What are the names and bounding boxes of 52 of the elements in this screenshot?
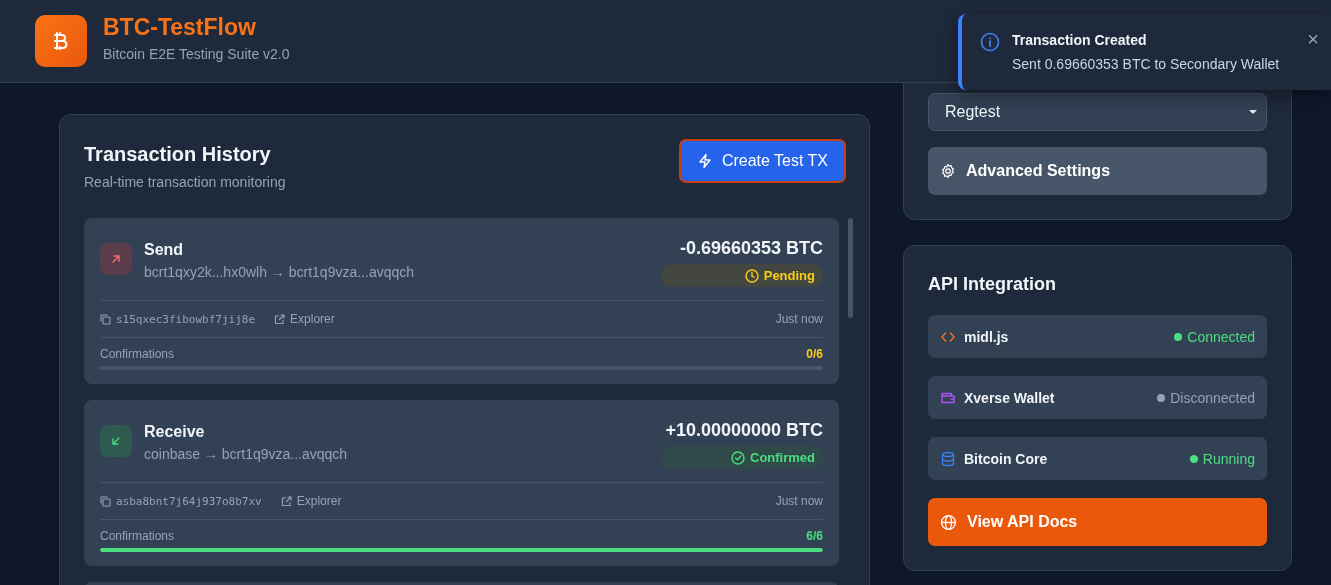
advanced-settings-button[interactable]: Advanced Settings <box>928 147 1267 195</box>
section-subtitle: Real-time transaction monitoring <box>84 174 286 190</box>
globe-icon <box>940 513 957 531</box>
network-select[interactable]: Regtest <box>928 93 1267 131</box>
confirmations-label: Confirmations <box>100 347 175 361</box>
arrow-down-left-icon <box>100 425 132 457</box>
settings-icon <box>940 163 956 179</box>
copy-icon[interactable] <box>100 495 111 507</box>
transaction-time: Just now <box>775 494 823 508</box>
service-status: Connected <box>1187 328 1255 345</box>
section-title: API Integration <box>928 274 1057 295</box>
external-link-icon <box>280 495 292 507</box>
service-name: Bitcoin Core <box>964 450 1049 467</box>
confirmations-count: 0/6 <box>806 347 823 361</box>
transaction-amount: -0.69660353 BTC <box>679 238 823 259</box>
transaction-amount: +10.00000000 BTC <box>665 420 823 441</box>
copy-icon[interactable] <box>100 313 111 325</box>
explorer-link[interactable]: Explorer <box>274 312 335 326</box>
transaction-id: s15qxec3fibowbf7jij8e <box>116 312 256 326</box>
service-name: midl.js <box>964 328 1010 345</box>
check-circle-icon <box>731 450 745 465</box>
transaction-id: asba8bnt7j64j937o8b7xv <box>116 494 262 508</box>
status-badge: Pending <box>661 264 823 287</box>
view-api-docs-button[interactable]: View API Docs <box>928 498 1267 546</box>
bitcoin-logo-icon <box>35 15 87 67</box>
section-title: Transaction History <box>84 143 272 166</box>
confirmations-label: Confirmations <box>100 529 175 543</box>
info-icon <box>980 32 1000 52</box>
transaction-type: Receive <box>144 423 206 441</box>
clock-icon <box>744 268 759 283</box>
arrow-up-right-icon <box>100 243 132 275</box>
database-icon <box>940 450 956 467</box>
toast-message: Sent 0.69660353 BTC to Secondary Wallet <box>1012 56 1281 72</box>
lightning-icon <box>696 153 713 169</box>
app-title: BTC-TestFlow <box>103 14 257 41</box>
close-button[interactable]: × <box>1307 32 1319 46</box>
service-status: Disconnected <box>1170 389 1255 406</box>
dropdown-icon <box>1248 109 1258 115</box>
external-link-icon <box>274 313 286 325</box>
transaction-route: coinbase → bcrt1q9vza...avqqch <box>144 446 349 462</box>
create-test-tx-button[interactable]: Create Test TX <box>678 139 846 183</box>
status-badge: Confirmed <box>661 446 823 469</box>
transaction-type: Send <box>144 241 185 259</box>
toast-title: Transaction Created <box>1012 32 1148 48</box>
transaction-route: bcrt1qxy2k...hx0wlh → bcrt1q9vza...avqqch <box>144 264 416 280</box>
service-name: Xverse Wallet <box>964 389 1056 406</box>
confirmations-count: 6/6 <box>806 529 823 543</box>
service-status: Running <box>1202 450 1255 467</box>
transaction-time: Just now <box>775 312 823 326</box>
scrollbar[interactable] <box>848 218 853 318</box>
explorer-link[interactable]: Explorer <box>280 494 342 508</box>
app-subtitle: Bitcoin E2E Testing Suite v2.0 <box>103 46 290 62</box>
